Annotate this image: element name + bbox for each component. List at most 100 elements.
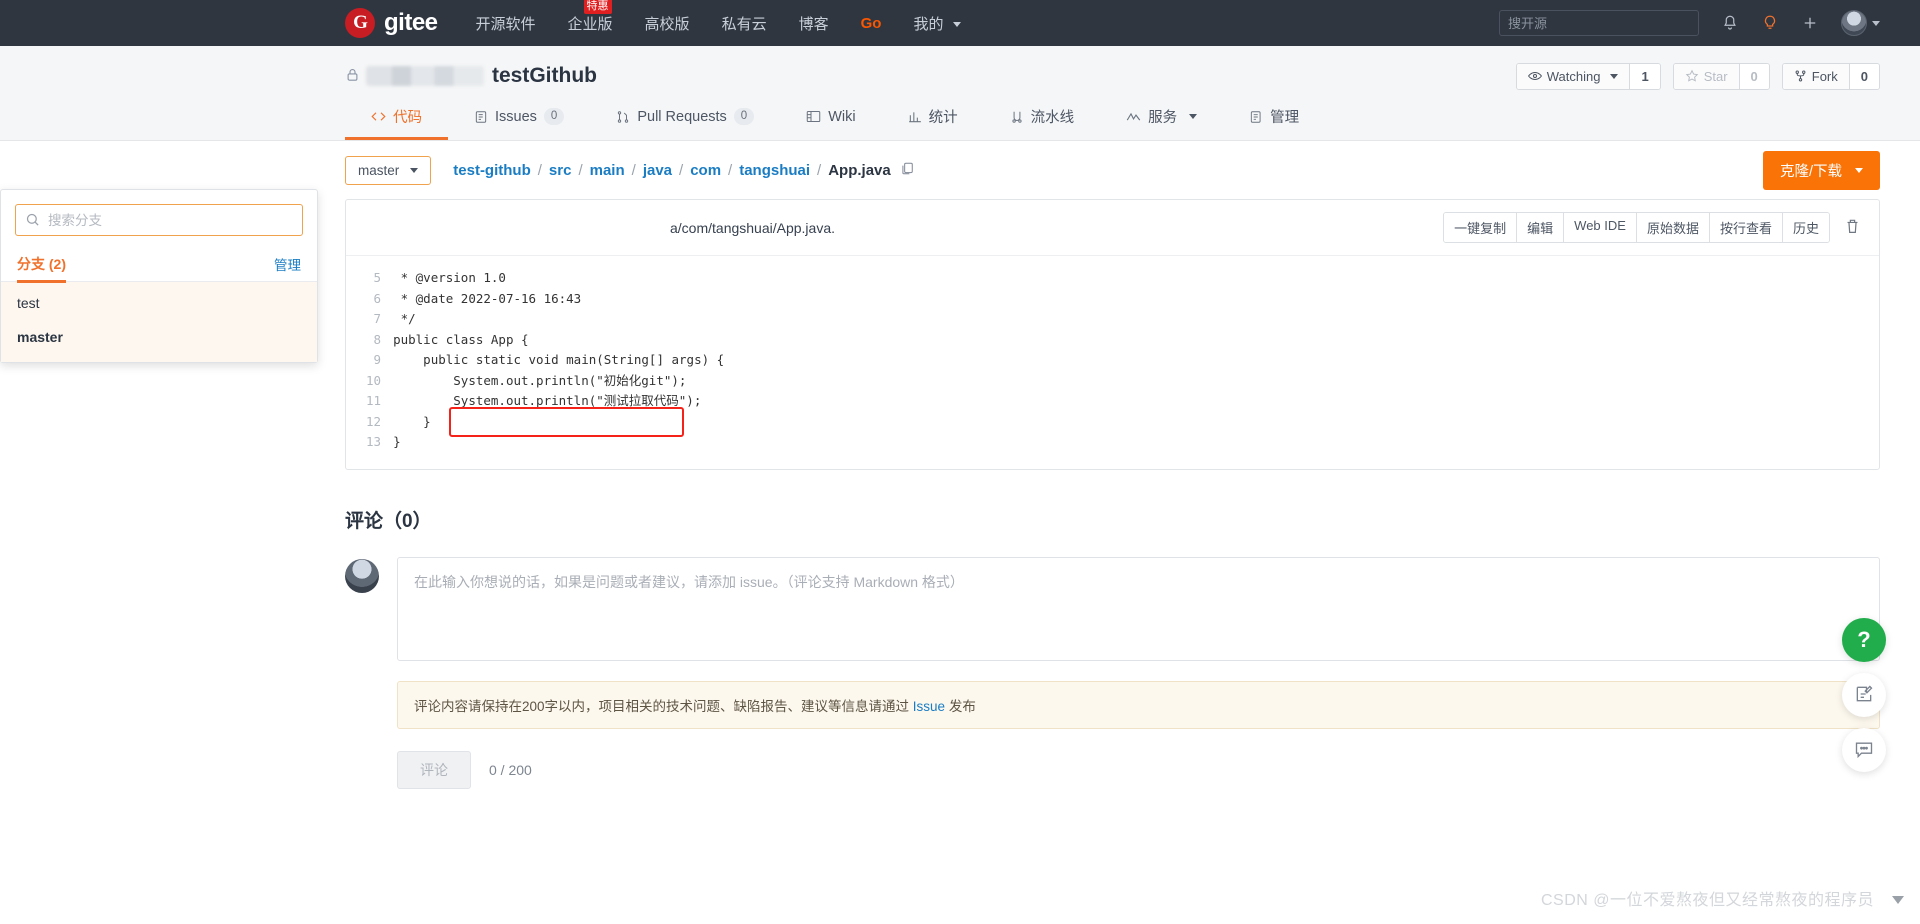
promo-badge: 特惠 <box>583 0 612 14</box>
avatar <box>345 558 379 593</box>
gitee-logo-text: gitee <box>384 9 438 36</box>
breadcrumb-separator: / <box>631 161 636 179</box>
bell-icon[interactable] <box>1721 14 1739 32</box>
tab-label: 代码 <box>393 110 422 126</box>
star-button-group[interactable]: Star 0 <box>1672 62 1770 90</box>
tab-manage[interactable]: 管理 <box>1223 96 1325 140</box>
line-number: 9 <box>373 352 382 367</box>
chevron-down-icon <box>1855 167 1863 173</box>
lightbulb-icon[interactable] <box>1761 14 1779 32</box>
breadcrumb-separator: / <box>537 161 542 179</box>
tab-branches[interactable]: 分支 (2) <box>17 246 66 283</box>
branch-list-item-master[interactable]: master <box>1 320 317 354</box>
stats-icon <box>908 111 921 122</box>
repository-tabs: 代码 Issues 0 Pull Requests 0 Wiki 统计 流水线 … <box>345 96 1880 140</box>
web-ide-button[interactable]: Web IDE <box>1563 213 1636 242</box>
submit-comment-button[interactable]: 评论 <box>397 750 471 789</box>
star-count[interactable]: 0 <box>1738 63 1769 89</box>
branch-panel-tabs: 分支 (2) 管理 <box>1 246 317 283</box>
repository-title-row: testGithub Watching 1 Star 0 Fork 0 <box>345 46 1880 96</box>
feedback-button[interactable] <box>1842 673 1886 717</box>
comment-notice: 评论内容请保持在200字以内，项目相关的技术问题、缺陷报告、建议等信息请通过 I… <box>397 680 1880 729</box>
tab-services[interactable]: 服务 <box>1100 96 1223 140</box>
eye-icon <box>1527 72 1542 80</box>
trash-icon[interactable] <box>1840 217 1865 238</box>
raw-data-button[interactable]: 原始数据 <box>1635 213 1709 242</box>
issue-link[interactable]: Issue <box>913 699 945 714</box>
branch-manage-link[interactable]: 管理 <box>274 254 301 274</box>
tab-pipeline[interactable]: 流水线 <box>984 96 1101 140</box>
nav-link-mine[interactable]: 我的 <box>913 13 961 34</box>
code-lines[interactable]: * @version 1.0 * @date 2022-07-16 16:43 … <box>393 256 1879 469</box>
nav-link-education[interactable]: 高校版 <box>645 13 690 34</box>
tab-wiki[interactable]: Wiki <box>780 96 881 140</box>
watch-button[interactable]: Watching <box>1516 63 1630 89</box>
edit-note-icon <box>1854 684 1874 707</box>
copy-path-icon[interactable] <box>900 161 914 180</box>
line-number: 7 <box>373 311 382 326</box>
watch-button-group[interactable]: Watching 1 <box>1515 62 1661 90</box>
tab-label: 服务 <box>1148 110 1178 126</box>
fork-button-group[interactable]: Fork 0 <box>1781 62 1880 90</box>
breadcrumb-separator: / <box>728 161 733 179</box>
tab-statistics[interactable]: 统计 <box>882 96 984 140</box>
branch-search-input[interactable] <box>15 204 303 236</box>
breadcrumb-separator: / <box>578 161 583 179</box>
user-avatar-menu[interactable] <box>1841 10 1880 36</box>
breadcrumb-item-src[interactable]: src <box>549 162 572 179</box>
edit-button[interactable]: 编辑 <box>1516 213 1564 242</box>
copy-all-button[interactable]: 一键复制 <box>1444 213 1517 242</box>
nav-link-enterprise[interactable]: 企业版 特惠 <box>567 0 613 34</box>
tab-issues[interactable]: Issues 0 <box>448 96 590 140</box>
search-input[interactable] <box>1499 10 1699 36</box>
page-title: testGithub <box>492 64 597 87</box>
nav-link-blog[interactable]: 博客 <box>799 13 829 34</box>
plus-icon[interactable] <box>1801 14 1819 32</box>
line-number: 6 <box>373 290 382 306</box>
tab-label: Wiki <box>828 108 856 125</box>
top-nav-right-group <box>1499 0 1880 46</box>
lock-icon <box>345 66 360 86</box>
nav-link-opensource[interactable]: 开源软件 <box>476 13 536 34</box>
blame-button[interactable]: 按行查看 <box>1708 213 1782 242</box>
breadcrumb-item-java[interactable]: java <box>643 162 672 179</box>
watch-label: Watching <box>1546 68 1601 84</box>
breadcrumb-separator: / <box>679 161 684 179</box>
fork-icon <box>1795 70 1806 82</box>
gitee-logo[interactable]: G gitee <box>345 8 438 38</box>
comment-editor-row: 在此输入你想说的话，如果是问题或者建议，请添加 issue。（评论支持 Mark… <box>345 556 1880 661</box>
breadcrumb-item-repo[interactable]: test-github <box>453 162 530 179</box>
file-panel-header: a/com/tangshuai/App.java. 一键复制 编辑 Web ID… <box>346 200 1879 256</box>
nav-link-label: 开源软件 <box>475 15 536 33</box>
history-button[interactable]: 历史 <box>1781 213 1829 242</box>
branch-selector-button[interactable]: master <box>345 155 432 185</box>
fork-button[interactable]: Fork <box>1782 63 1849 89</box>
watch-count[interactable]: 1 <box>1629 63 1660 89</box>
repository-header: testGithub Watching 1 Star 0 Fork 0 代码 I… <box>0 46 1920 141</box>
floating-action-buttons: ? <box>1842 618 1886 772</box>
comment-textarea[interactable]: 在此输入你想说的话，如果是问题或者建议，请添加 issue。（评论支持 Mark… <box>397 556 1880 661</box>
watermark: CSDN @一位不爱熬夜但又经常熬夜的程序员 <box>1540 892 1874 909</box>
branch-selector-label: master <box>358 162 400 178</box>
tab-pull-requests[interactable]: Pull Requests 0 <box>590 96 780 140</box>
main-content: master test-github / src / main / java /… <box>0 141 1920 789</box>
branch-list-item-test[interactable]: test <box>1 286 317 320</box>
nav-link-private-cloud[interactable]: 私有云 <box>722 13 767 34</box>
code-viewer: 5 6 7 8 9 10 11 12 13 * @version 1.0 * @… <box>346 256 1879 469</box>
chat-button[interactable] <box>1842 728 1886 772</box>
breadcrumb-item-tangshuai[interactable]: tangshuai <box>739 162 810 179</box>
pr-icon <box>618 110 629 123</box>
tab-code[interactable]: 代码 <box>345 96 448 140</box>
code-line: } <box>393 434 401 449</box>
help-button[interactable]: ? <box>1842 618 1886 662</box>
clone-download-button[interactable]: 克隆/下载 <box>1762 150 1880 190</box>
breadcrumb-item-main[interactable]: main <box>590 162 625 179</box>
fork-count[interactable]: 0 <box>1848 63 1879 89</box>
tab-label: 统计 <box>928 110 958 126</box>
nav-link-label: 企业版 <box>567 15 613 33</box>
pipeline-icon <box>1012 111 1022 123</box>
scroll-down-arrow[interactable] <box>1892 896 1904 904</box>
nav-link-go[interactable]: Go <box>861 15 882 32</box>
breadcrumb-item-com[interactable]: com <box>690 162 721 179</box>
star-button[interactable]: Star <box>1673 63 1739 89</box>
